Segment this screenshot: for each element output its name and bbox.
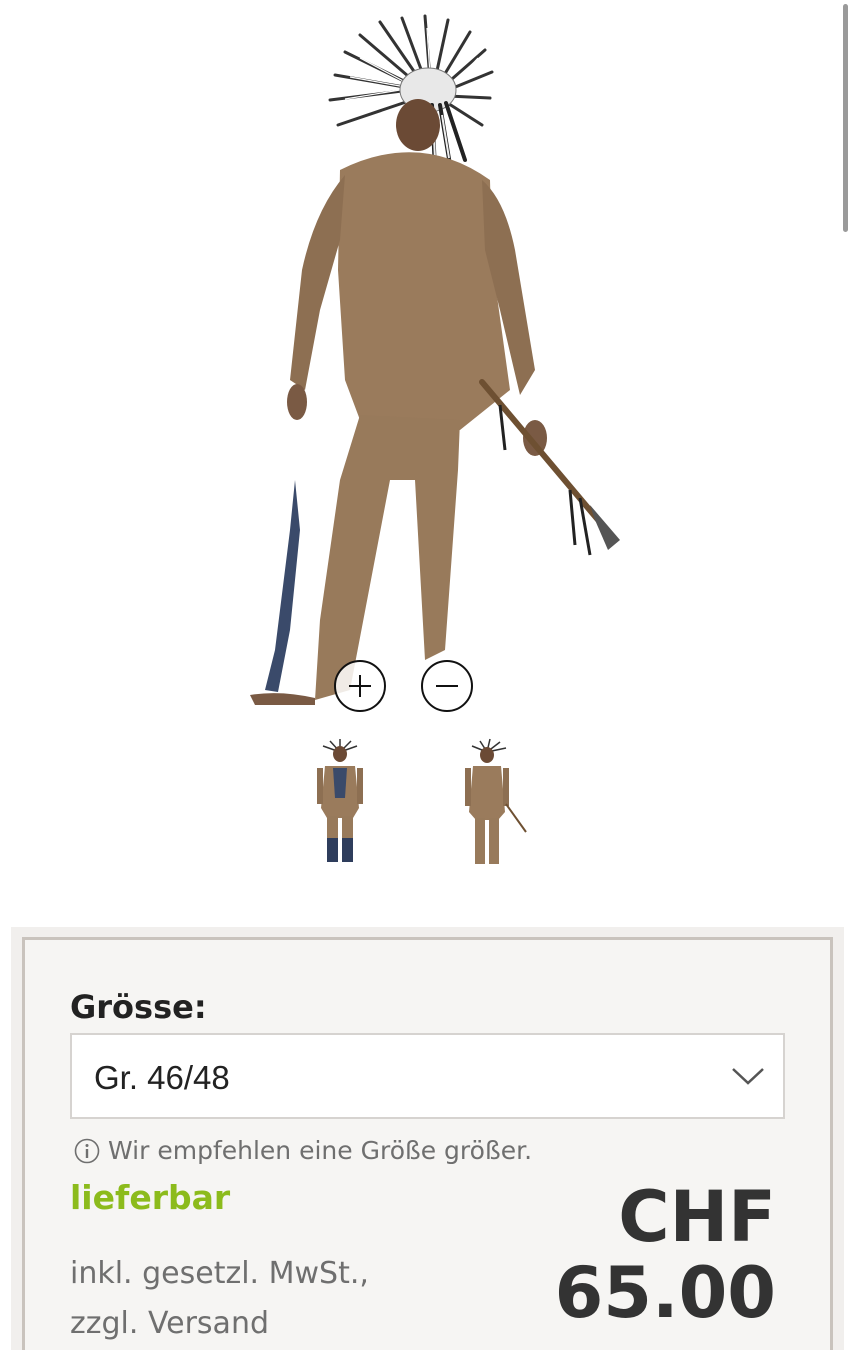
tax-note-line1: inkl. gesetzl. MwSt., bbox=[70, 1256, 369, 1291]
product-main-image[interactable] bbox=[220, 10, 640, 720]
info-circle-icon bbox=[74, 1138, 100, 1163]
product-page: Grösse: Gr. 46/48 Wir empfehlen eine Grö… bbox=[0, 0, 854, 1350]
product-thumbnail-front[interactable] bbox=[295, 738, 385, 874]
shipping-link[interactable]: zzgl. Versand bbox=[70, 1306, 269, 1341]
chevron-down-icon bbox=[732, 1068, 764, 1085]
size-selected-value: Gr. 46/48 bbox=[94, 1059, 230, 1096]
zoom-out-button[interactable] bbox=[421, 660, 473, 712]
scrollbar[interactable] bbox=[843, 4, 848, 232]
minus-circle-icon bbox=[436, 685, 458, 687]
product-thumbnail-back[interactable] bbox=[442, 738, 532, 874]
zoom-in-button[interactable] bbox=[334, 660, 386, 712]
size-hint: Wir empfehlen eine Größe größer. bbox=[74, 1136, 532, 1165]
size-label: Grösse: bbox=[70, 988, 207, 1026]
plus-circle-icon bbox=[349, 675, 371, 697]
availability-status: lieferbar bbox=[70, 1178, 231, 1217]
price-currency: CHF bbox=[618, 1176, 776, 1258]
size-select[interactable]: Gr. 46/48 bbox=[70, 1033, 785, 1119]
price-amount: 65.00 bbox=[554, 1252, 776, 1334]
size-hint-text: Wir empfehlen eine Größe größer. bbox=[108, 1136, 533, 1165]
